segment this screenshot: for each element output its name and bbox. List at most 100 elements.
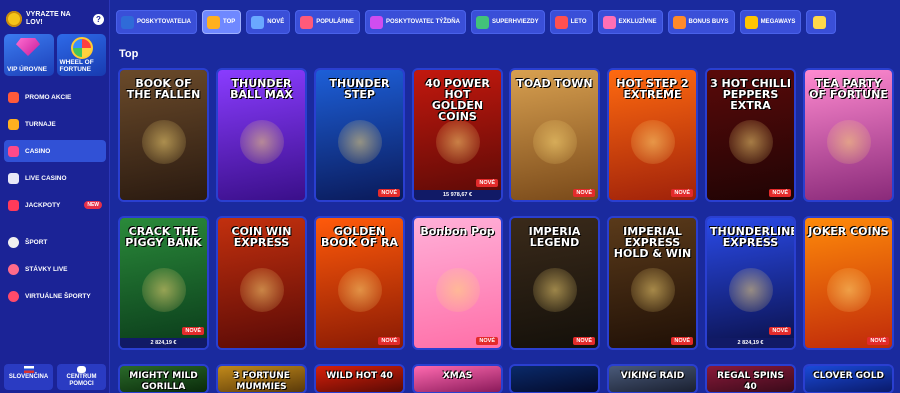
new-badge: NOVÉ [378,337,400,345]
sidebar-item-label: LIVE CASINO [25,174,67,182]
new-badge: NOVÉ [573,337,595,345]
jackpot-amount: 2 824,19 € [120,338,207,348]
sidebar-item-label: JACKPOTY [25,201,61,209]
language-label: SLOVENČINA [8,374,49,380]
game-art-highlight [827,268,871,312]
category-tab[interactable]: POPULÁRNE [295,10,360,34]
game-card[interactable]: GOLDEN BOOK OF RA NOVÉ [314,216,405,350]
chat-icon [77,366,86,373]
hunt-promo[interactable]: VYRAZTE NA LOV! ? [6,8,104,30]
game-title: 3 FORTUNE MUMMIES [233,371,290,392]
game-card[interactable]: JOKER COINS NOVÉ [803,216,894,350]
gift-icon [8,91,19,103]
category-tab[interactable] [806,10,837,34]
category-tab[interactable]: SUPERHVIEZDY [470,10,545,34]
game-card[interactable]: 3 HOT CHILLI PEPPERS EXTRA NOVÉ [705,68,796,202]
game-title: VIKING RAID [620,371,685,381]
category-tab[interactable]: MEGAWAYS [739,10,802,34]
category-icon [672,15,686,29]
help-center-button[interactable]: CENTRUM POMOCI [57,364,106,390]
game-card[interactable]: VIKING RAID [607,364,698,393]
game-title: THUNDER STEP [329,77,390,101]
game-card[interactable]: COIN WIN EXPRESS [216,216,307,350]
game-art-highlight [338,268,382,312]
game-card[interactable]: CRACK THE PIGGY BANK 2 824,19 € NOVÉ [118,216,209,350]
game-card[interactable]: REGAL SPINS 40 [705,364,796,393]
wheel-of-fortune-tile[interactable]: WHEEL OF FORTUNE [56,34,106,76]
sidebar-item-virtual-sports[interactable]: VIRTUÁLNE ŠPORTY [4,285,106,307]
sidebar-item-tournaments[interactable]: TURNAJE [4,113,106,135]
game-card[interactable]: BOOK OF THE FALLEN [118,68,209,202]
game-art-highlight [142,120,186,164]
game-card[interactable]: THUNDER BALL MAX [216,68,307,202]
game-card[interactable] [509,364,600,393]
category-label: TOP [223,19,236,25]
game-title: CRACK THE PIGGY BANK [125,225,202,249]
game-card[interactable]: IMPERIA LEGEND NOVÉ [509,216,600,350]
game-title: HOT STEP 2 EXTREME [616,77,689,101]
game-art-highlight [631,268,675,312]
category-icon [475,15,489,29]
sidebar-item-live-bets[interactable]: STÁVKY LIVE [4,258,106,280]
sidebar-item-casino[interactable]: CASINO [4,140,106,162]
vip-levels-tile[interactable]: VIP ÚROVNE [4,34,54,76]
category-label: POSKYTOVATELIA [137,19,192,25]
game-card[interactable]: 3 FORTUNE MUMMIES [216,364,307,393]
sidebar-item-promo[interactable]: PROMO AKCIE [4,86,106,108]
game-card[interactable]: TEA PARTY OF FORTUNE [803,68,894,202]
game-card[interactable]: TOAD TOWN NOVÉ [509,68,600,202]
ball-icon [8,236,19,248]
game-title: THUNDER BALL MAX [230,77,293,101]
sidebar-item-sport[interactable]: ŠPORT [4,231,106,253]
game-card[interactable]: MIGHTY MILD GORILLA [118,364,209,393]
new-badge: NOVÉ [476,337,498,345]
game-thumbnail [511,366,598,392]
sidebar-item-label: VIRTUÁLNE ŠPORTY [25,292,91,300]
category-tab[interactable]: EXKLUZÍVNE [597,10,663,34]
game-title: REGAL SPINS 40 [717,371,784,392]
category-icon [300,15,314,29]
jackpot-amount: 15 978,67 € [414,190,501,200]
game-card[interactable]: THUNDER STEP NOVÉ [314,68,405,202]
category-label: POSKYTOVATEĽ TÝŽDŇA [385,19,460,25]
category-label: LETO [570,19,587,25]
category-label: POPULÁRNE [316,19,354,25]
game-card[interactable]: XMAS [412,364,503,393]
category-tab[interactable]: TOP [202,10,242,34]
category-tab[interactable]: LETO [549,10,593,34]
wheel-icon [70,37,93,59]
category-tab[interactable]: BONUS BUYS [667,10,735,34]
category-tab[interactable]: POSKYTOVATEĽ TÝŽDŇA [364,10,466,34]
category-icon [554,15,568,29]
game-title: Bonbon Pop [420,225,495,238]
game-card[interactable]: WILD HOT 40 [314,364,405,393]
game-card[interactable]: 40 POWER HOT GOLDEN COINS 15 978,67 € NOVÉ [412,68,503,202]
virtual-icon [8,290,19,302]
category-tab[interactable]: POSKYTOVATELIA [116,10,198,34]
category-icon [121,15,134,29]
game-title: THUNDERLINE EXPRESS [710,225,796,249]
game-art-highlight [240,268,284,312]
category-label: MEGAWAYS [760,19,796,25]
sidebar-divider [4,221,106,231]
slot-icon [8,145,19,157]
game-title: GOLDEN BOOK OF RA [320,225,399,249]
sidebar-item-label: CASINO [25,147,51,155]
language-button[interactable]: SLOVENČINA [4,364,53,390]
game-card[interactable]: IMPERIAL EXPRESS HOLD & WIN NOVÉ [607,216,698,350]
new-badge: NOVÉ [769,189,791,197]
game-title: XMAS [442,371,473,381]
new-badge: NEW [84,201,102,209]
category-tab[interactable]: NOVÉ [246,10,291,34]
game-card[interactable]: HOT STEP 2 EXTREME NOVÉ [607,68,698,202]
help-icon[interactable]: ? [93,13,104,25]
category-label: BONUS BUYS [688,19,729,25]
sidebar-item-jackpots[interactable]: JACKPOTY NEW [4,194,106,216]
sidebar-item-live-casino[interactable]: LIVE CASINO [4,167,106,189]
new-badge: NOVÉ [476,179,498,187]
game-card[interactable]: CLOVER GOLD [803,364,894,393]
category-icon [207,15,221,29]
game-card[interactable]: Bonbon Pop NOVÉ [412,216,503,350]
game-card[interactable]: THUNDERLINE EXPRESS 2 824,19 € NOVÉ [705,216,796,350]
game-title: MIGHTY MILD GORILLA [129,371,198,392]
